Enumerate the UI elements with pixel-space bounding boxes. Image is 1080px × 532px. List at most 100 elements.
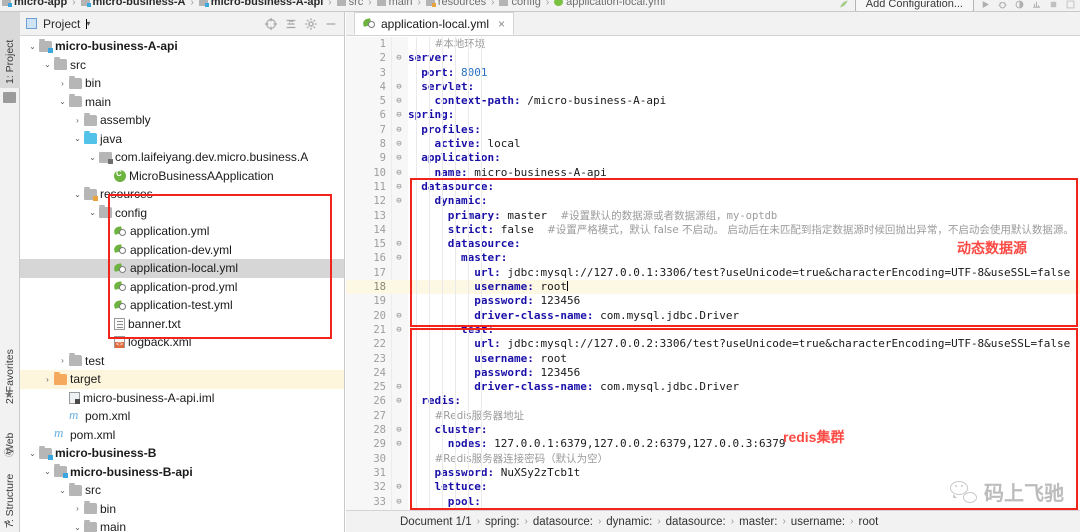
tree-node-micro-business-a-api.iml[interactable]: micro-business-A-api.iml — [20, 389, 344, 408]
status-item-5[interactable]: master: — [739, 516, 777, 528]
run-icon[interactable] — [980, 0, 991, 10]
tree-node-main[interactable]: ⌄ main — [20, 518, 344, 532]
tree-node-logback.xml[interactable]: logback.xml — [20, 333, 344, 352]
fold-marker[interactable]: ⊖ — [393, 394, 405, 408]
fold-marker[interactable]: ⊖ — [393, 137, 405, 151]
fold-marker[interactable]: ⊖ — [393, 80, 405, 94]
fold-marker[interactable]: ⊖ — [393, 94, 405, 108]
tree-expand-arrow[interactable]: ⌄ — [71, 523, 84, 532]
tree-node-application-dev.yml[interactable]: application-dev.yml — [20, 241, 344, 260]
tree-expand-arrow[interactable]: › — [56, 79, 69, 88]
tree-expand-arrow[interactable]: ⌄ — [86, 208, 99, 217]
add-configuration-button[interactable]: Add Configuration... — [854, 0, 974, 11]
hide-panel-icon[interactable] — [324, 17, 338, 31]
breadcrumb-item-resources[interactable]: resources — [425, 0, 486, 8]
tree-expand-arrow[interactable]: ⌄ — [71, 190, 84, 199]
code-line-26[interactable]: 26⊖ redis: — [346, 394, 1080, 408]
tree-node-pom.xml[interactable]: pom.xml — [20, 407, 344, 426]
close-icon[interactable]: × — [498, 17, 505, 31]
code-line-11[interactable]: 11 ⊖ datasource: — [346, 180, 1080, 194]
code-line-14[interactable]: 14 strict: false #设置严格模式，默认 false 不启动。 启… — [346, 223, 1080, 237]
fold-marker[interactable]: ⊖ — [393, 151, 405, 165]
fold-marker[interactable]: ⊖ — [393, 323, 405, 337]
status-item-4[interactable]: datasource: — [666, 516, 726, 528]
breadcrumb[interactable]: micro-app › micro-business-A › micro-busines… — [2, 0, 665, 8]
status-item-2[interactable]: datasource: — [533, 516, 593, 528]
tree-node-assembly[interactable]: › assembly — [20, 111, 344, 130]
tree-node-target[interactable]: › target — [20, 370, 344, 389]
tree-node-microbusinessaapplication[interactable]: MicroBusinessAApplication — [20, 167, 344, 186]
code-line-17[interactable]: 17 url: jdbc:mysql://127.0.0.1:3306/test… — [346, 266, 1080, 280]
tree-expand-arrow[interactable]: ⌄ — [86, 153, 99, 162]
tree-expand-arrow[interactable]: › — [71, 116, 84, 125]
status-item-6[interactable]: username: — [791, 516, 845, 528]
tree-node-bin[interactable]: › bin — [20, 500, 344, 519]
coverage-icon[interactable] — [1014, 0, 1025, 10]
code-line-24[interactable]: 24 password: 123456 — [346, 366, 1080, 380]
tree-node-banner.txt[interactable]: banner.txt — [20, 315, 344, 334]
code-line-7[interactable]: 7 ⊖ profiles: — [346, 123, 1080, 137]
code-line-27[interactable]: 27 #Redis服务器地址 — [346, 409, 1080, 423]
code-line-29[interactable]: 29⊖ nodes: 127.0.0.1:6379,127.0.0.2:6379… — [346, 437, 1080, 451]
tree-expand-arrow[interactable]: › — [56, 356, 69, 365]
tree-node-java[interactable]: ⌄ java — [20, 130, 344, 149]
code-line-9[interactable]: 9 ⊖ application: — [346, 151, 1080, 165]
fold-marker[interactable]: ⊖ — [393, 437, 405, 451]
code-line-30[interactable]: 30 #Redis服务器连接密码（默认为空） — [346, 452, 1080, 466]
tree-node-resources[interactable]: ⌄ resources — [20, 185, 344, 204]
breadcrumb-item-micro-business-a[interactable]: micro-business-A — [80, 0, 185, 8]
code-line-10[interactable]: 10 ⊖ name: micro-business-A-api — [346, 166, 1080, 180]
tree-expand-arrow[interactable]: ⌄ — [41, 467, 54, 476]
tree-expand-arrow[interactable]: ⌄ — [26, 449, 39, 458]
code-line-1[interactable]: 1 #本地环境 — [346, 37, 1080, 51]
code-line-21[interactable]: 21 ⊖ test: — [346, 323, 1080, 337]
fold-marker[interactable]: ⊖ — [393, 108, 405, 122]
code-editor[interactable]: 1 #本地环境 2 ⊖ server: 3 port: 8001 4 ⊖ servlet: 5… — [346, 37, 1080, 510]
fold-marker[interactable]: ⊖ — [393, 51, 405, 65]
chevron-down-icon[interactable]: ▾ — [86, 18, 90, 29]
code-line-22[interactable]: 22 url: jdbc:mysql://127.0.0.2:3306/test… — [346, 337, 1080, 351]
editor-tab-application-local-yml[interactable]: application-local.yml × — [354, 12, 515, 35]
tree-node-application-local.yml[interactable]: application-local.yml — [20, 259, 344, 278]
tree-expand-arrow[interactable]: ⌄ — [56, 97, 69, 106]
code-line-8[interactable]: 8 ⊖ active: local — [346, 137, 1080, 151]
fold-marker[interactable]: ⊖ — [393, 480, 405, 494]
fold-marker[interactable]: ⊖ — [393, 166, 405, 180]
status-item-0[interactable]: Document 1/1 — [400, 516, 472, 528]
code-line-12[interactable]: 12 ⊖ dynamic: — [346, 194, 1080, 208]
breadcrumb-item-main[interactable]: main — [376, 0, 412, 8]
fold-marker[interactable]: ⊖ — [393, 309, 405, 323]
fold-marker[interactable]: ⊖ — [393, 237, 405, 251]
tree-node-application-prod.yml[interactable]: application-prod.yml — [20, 278, 344, 297]
stop-icon[interactable] — [1048, 0, 1059, 10]
tree-node-micro-business-b[interactable]: ⌄ micro-business-B — [20, 444, 344, 463]
tree-expand-arrow[interactable]: ⌄ — [56, 486, 69, 495]
fold-marker[interactable]: ⊖ — [393, 380, 405, 394]
status-item-1[interactable]: spring: — [485, 516, 520, 528]
code-line-19[interactable]: 19 password: 123456 — [346, 294, 1080, 308]
fold-marker[interactable]: ⊖ — [393, 194, 405, 208]
breadcrumb-item-config[interactable]: config — [499, 0, 541, 8]
tree-node-main[interactable]: ⌄ main — [20, 93, 344, 112]
code-line-13[interactable]: 13 primary: master #设置默认的数据源或者数据源组，my-op… — [346, 209, 1080, 223]
breadcrumb-item-application-local-yml[interactable]: application-local.yml — [554, 0, 665, 8]
fold-marker[interactable]: ⊖ — [393, 495, 405, 509]
code-line-3[interactable]: 3 port: 8001 — [346, 66, 1080, 80]
tree-node-config[interactable]: ⌄ config — [20, 204, 344, 223]
breadcrumb-item-src[interactable]: src — [336, 0, 363, 8]
gear-icon[interactable] — [304, 17, 318, 31]
tree-node-src[interactable]: ⌄ src — [20, 56, 344, 75]
profile-icon[interactable] — [1031, 0, 1042, 10]
tree-node-test[interactable]: › test — [20, 352, 344, 371]
tree-expand-arrow[interactable]: ⌄ — [26, 42, 39, 51]
code-line-18[interactable]: 18 username: root — [346, 280, 1080, 295]
tree-node-com.laifeiyang.dev.micro.business.a[interactable]: ⌄ com.laifeiyang.dev.micro.business.A — [20, 148, 344, 167]
tree-expand-arrow[interactable]: ⌄ — [71, 134, 84, 143]
breadcrumb-item-micro-app[interactable]: micro-app — [2, 0, 67, 8]
status-item-7[interactable]: root — [858, 516, 878, 528]
code-line-25[interactable]: 25 ⊖ driver-class-name: com.mysql.jdbc.Dr… — [346, 380, 1080, 394]
tree-expand-arrow[interactable]: ⌄ — [41, 60, 54, 69]
breadcrumb-item-micro-business-a-api[interactable]: micro-business-A-api — [198, 0, 323, 8]
code-line-6[interactable]: 6 ⊖ spring: — [346, 108, 1080, 122]
debug-icon[interactable] — [997, 0, 1008, 10]
